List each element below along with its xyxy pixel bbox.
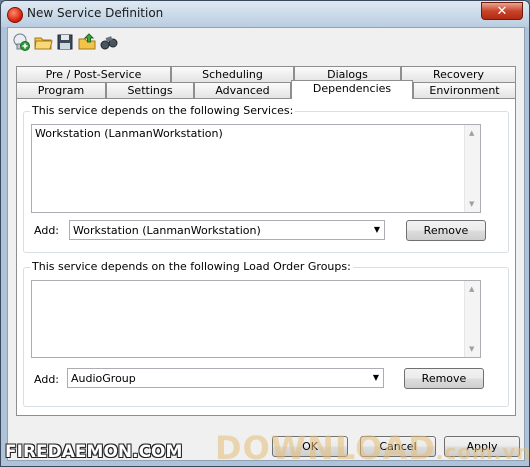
- download-watermark: DOWNLOAD.com.vn: [215, 429, 530, 467]
- list-item[interactable]: Workstation (LanmanWorkstation): [35, 127, 223, 140]
- tab-dependencies[interactable]: Dependencies: [291, 80, 413, 99]
- services-group: This service depends on the following Se…: [23, 104, 509, 253]
- download-watermark-text: DOWNLOAD: [215, 429, 436, 467]
- tab-pre-post-service[interactable]: Pre / Post-Service: [16, 66, 171, 82]
- close-button[interactable]: ✕: [481, 2, 523, 20]
- tab-settings[interactable]: Settings: [106, 82, 194, 98]
- services-remove-button[interactable]: Remove: [406, 220, 486, 241]
- client-area: Pre / Post-Service Scheduling Dialogs Re…: [7, 27, 525, 461]
- services-list-scrollbar[interactable]: ▲ ▼: [464, 125, 480, 212]
- firedaemon-logo-icon: [7, 7, 23, 23]
- load-order-list-scrollbar[interactable]: ▲ ▼: [464, 281, 480, 357]
- chevron-down-icon: ▼: [373, 225, 380, 234]
- scroll-down-icon[interactable]: ▼: [469, 200, 474, 208]
- save-icon: [57, 34, 73, 50]
- tab-control: Pre / Post-Service Scheduling Dialogs Re…: [16, 66, 516, 416]
- open-folder-icon: [34, 37, 53, 50]
- scroll-up-icon[interactable]: ▲: [469, 285, 474, 293]
- dependencies-panel: This service depends on the following Se…: [16, 98, 516, 416]
- services-add-dropdown[interactable]: Workstation (LanmanWorkstation) ▼: [69, 220, 385, 240]
- services-group-label: This service depends on the following Se…: [30, 104, 296, 117]
- load-order-add-label: Add:: [34, 373, 60, 386]
- load-order-remove-button[interactable]: Remove: [404, 368, 484, 389]
- services-list[interactable]: Workstation (LanmanWorkstation) ▲ ▼: [31, 124, 481, 213]
- load-order-groups-label: This service depends on the following Lo…: [30, 260, 353, 273]
- tab-environment[interactable]: Environment: [413, 82, 516, 98]
- toolbar: [8, 28, 524, 56]
- tab-advanced[interactable]: Advanced: [194, 82, 291, 98]
- new-button[interactable]: [10, 31, 32, 53]
- load-order-groups-group: This service depends on the following Lo…: [23, 260, 509, 407]
- window-title: New Service Definition: [27, 6, 164, 20]
- open-button[interactable]: [32, 31, 54, 53]
- import-button[interactable]: [76, 31, 98, 53]
- save-button[interactable]: [54, 31, 76, 53]
- tab-program[interactable]: Program: [16, 82, 106, 98]
- binoculars-icon: [100, 36, 118, 50]
- tab-scheduling[interactable]: Scheduling: [171, 66, 294, 82]
- dialog-window: New Service Definition ✕ Pre / Post-Serv…: [0, 0, 530, 467]
- services-add-value: Workstation (LanmanWorkstation): [73, 224, 261, 237]
- chevron-down-icon: ▼: [372, 373, 379, 382]
- scroll-down-icon[interactable]: ▼: [469, 345, 474, 353]
- load-order-groups-list[interactable]: ▲ ▼: [31, 280, 481, 358]
- scroll-up-icon[interactable]: ▲: [469, 129, 474, 137]
- title-bar[interactable]: New Service Definition ✕: [1, 1, 529, 27]
- load-order-add-dropdown[interactable]: AudioGroup ▼: [67, 368, 384, 388]
- load-order-add-value: AudioGroup: [71, 372, 136, 385]
- import-icon: [78, 33, 96, 50]
- firedaemon-watermark: FIREDAEMON.COM: [5, 442, 183, 462]
- tab-recovery[interactable]: Recovery: [401, 66, 516, 82]
- new-icon: [13, 33, 30, 51]
- download-watermark-suffix: .com.vn: [435, 440, 530, 464]
- find-button[interactable]: [98, 31, 120, 53]
- services-add-label: Add:: [34, 224, 60, 237]
